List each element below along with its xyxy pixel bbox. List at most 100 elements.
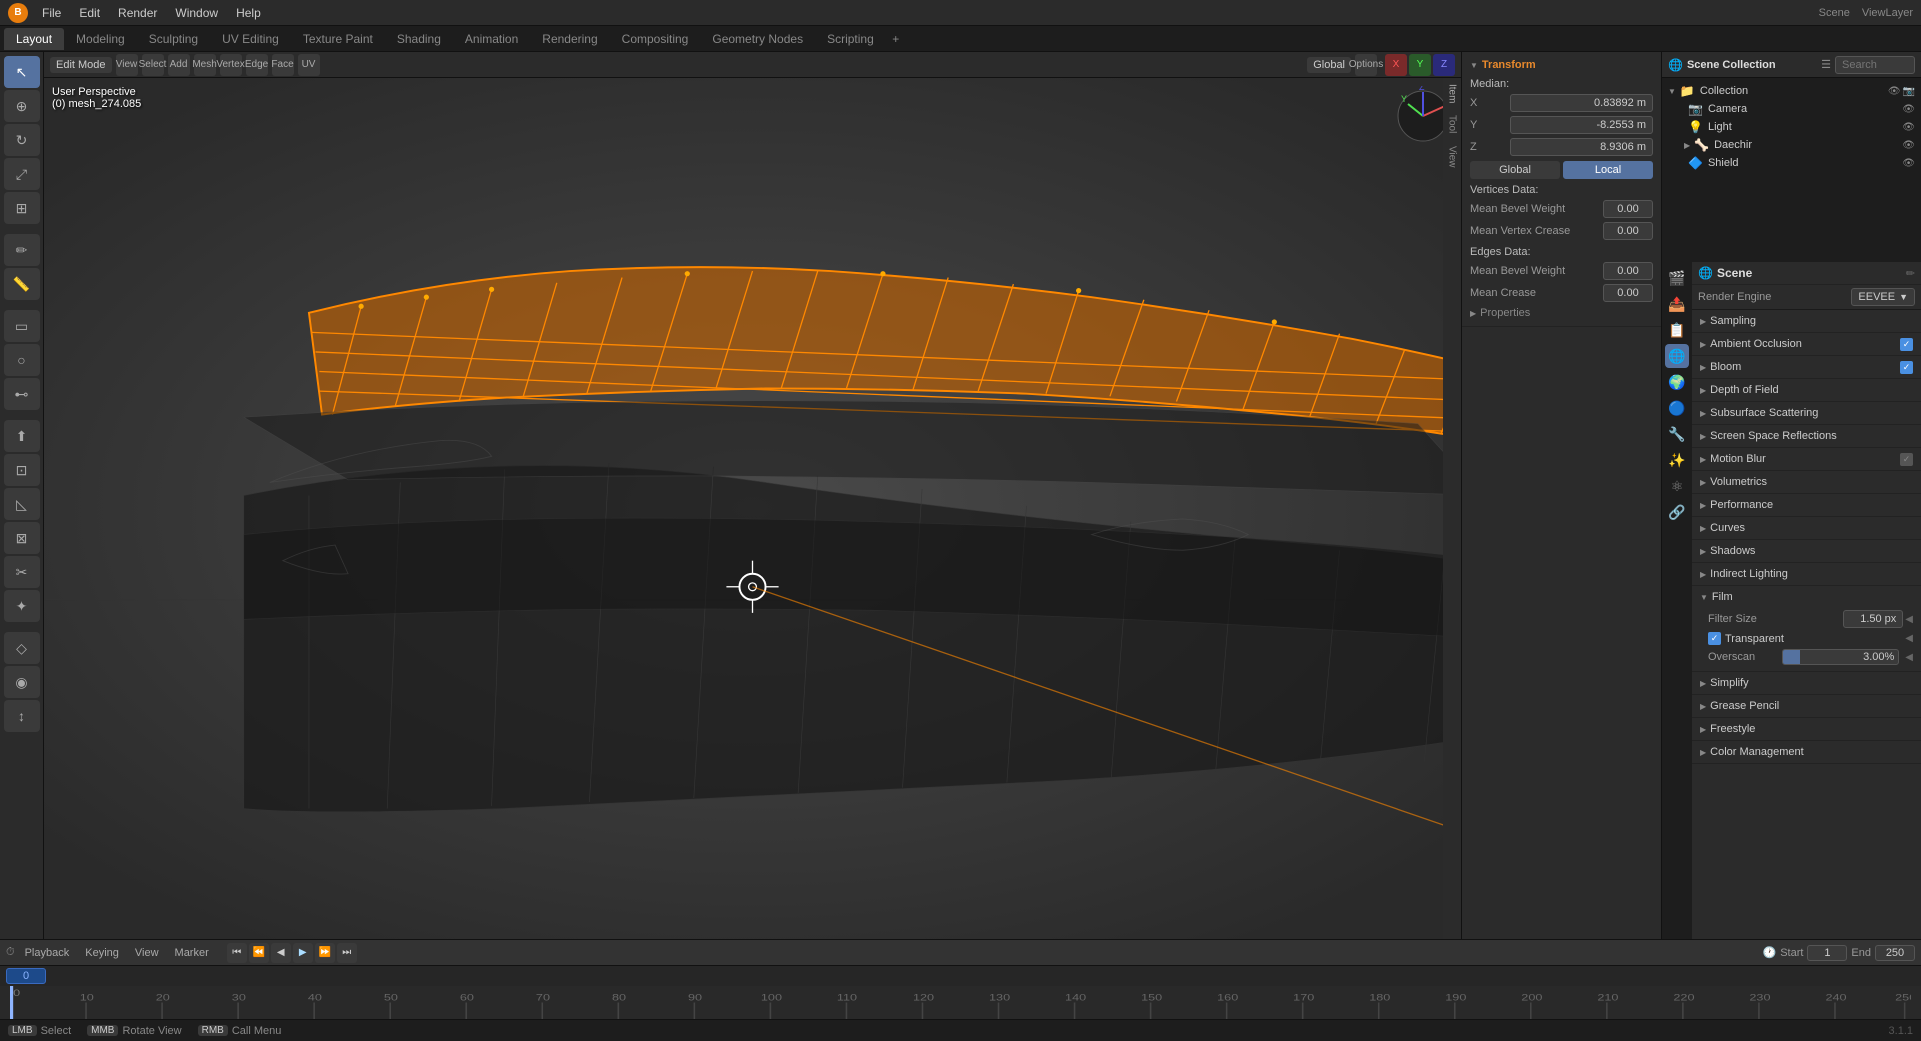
outliner-filter-icon[interactable]: ☰ — [1821, 58, 1831, 71]
sampling-toggle[interactable]: Sampling — [1700, 312, 1913, 330]
bevel-tool[interactable]: ◺ — [4, 488, 40, 520]
sss-toggle[interactable]: Subsurface Scattering — [1700, 404, 1913, 422]
transparent-checkbox[interactable]: ✓ — [1708, 632, 1721, 645]
side-tab-item[interactable]: Item — [1445, 78, 1460, 109]
timeline-track[interactable]: 0 10 20 30 40 50 60 70 80 90 1 — [0, 986, 1921, 1019]
options-btn[interactable]: Options — [1355, 54, 1377, 76]
bloom-toggle[interactable]: Bloom — [1700, 358, 1896, 376]
y-value[interactable]: -8.2553 m — [1510, 116, 1653, 134]
tab-sculpting[interactable]: Sculpting — [137, 28, 210, 50]
transform-tool[interactable]: ⊞ — [4, 192, 40, 224]
list-item[interactable]: 📷 Camera 👁 — [1678, 100, 1921, 118]
overscan-expand[interactable]: ◀ — [1905, 652, 1913, 663]
list-item[interactable]: ▶ 🦴 Daechir 👁 — [1678, 136, 1921, 154]
end-frame-input[interactable]: 250 — [1875, 945, 1915, 961]
edit-mode-selector[interactable]: Edit Mode — [50, 57, 112, 73]
add-workspace-button[interactable]: + — [886, 29, 906, 49]
render-props-btn[interactable]: 🎬 — [1665, 266, 1689, 290]
global-btn[interactable]: Global — [1470, 161, 1560, 179]
play-btn[interactable]: ▶ — [293, 943, 313, 963]
tab-geometry-nodes[interactable]: Geometry Nodes — [700, 28, 815, 50]
list-item[interactable]: 🔷 Shield 👁 — [1678, 154, 1921, 172]
select-lasso-tool[interactable]: ⊷ — [4, 378, 40, 410]
tab-modeling[interactable]: Modeling — [64, 28, 137, 50]
gp-toggle[interactable]: Grease Pencil — [1700, 697, 1913, 715]
scene-rename-btn[interactable]: ✏ — [1906, 267, 1915, 280]
x-axis-btn[interactable]: X — [1385, 54, 1407, 76]
select-box-tool[interactable]: ▭ — [4, 310, 40, 342]
ao-checkbox[interactable]: ✓ — [1900, 338, 1913, 351]
scale-tool[interactable]: ⤢ — [4, 158, 40, 190]
select-menu[interactable]: Select — [142, 54, 164, 76]
filter-size-value[interactable]: 1.50 px — [1843, 610, 1903, 628]
shadows-toggle[interactable]: Shadows — [1700, 542, 1913, 560]
tab-compositing[interactable]: Compositing — [610, 28, 701, 50]
mb-toggle[interactable]: Motion Blur — [1700, 450, 1896, 468]
knife-tool[interactable]: ✂ — [4, 556, 40, 588]
local-btn[interactable]: Local — [1563, 161, 1653, 179]
freestyle-toggle[interactable]: Freestyle — [1700, 720, 1913, 738]
play-reverse-btn[interactable]: ◀ — [271, 943, 291, 963]
vol-toggle[interactable]: Volumetrics — [1700, 473, 1913, 491]
mb-checkbox[interactable]: ✓ — [1900, 453, 1913, 466]
modifier-props-btn[interactable]: 🔧 — [1665, 422, 1689, 446]
il-toggle[interactable]: Indirect Lighting — [1700, 565, 1913, 583]
shield-vis-icon[interactable]: 👁 — [1902, 158, 1915, 169]
output-props-btn[interactable]: 📤 — [1665, 292, 1689, 316]
particles-props-btn[interactable]: ✨ — [1665, 448, 1689, 472]
rotate-tool[interactable]: ↻ — [4, 124, 40, 156]
view-menu[interactable]: View — [129, 945, 165, 961]
select-circle-tool[interactable]: ○ — [4, 344, 40, 376]
render-vis-icon[interactable]: 📷 — [1903, 86, 1915, 97]
viewport-3d[interactable]: User Perspective (0) mesh_274.085 X Y Z … — [44, 78, 1461, 939]
y-axis-btn[interactable]: Y — [1409, 54, 1431, 76]
face-menu[interactable]: Face — [272, 54, 294, 76]
list-item[interactable]: ▼ 📁 Collection 👁 📷 — [1662, 82, 1921, 100]
edge-mean-bevel-val[interactable]: 0.00 — [1603, 262, 1653, 280]
list-item[interactable]: 💡 Light 👁 — [1678, 118, 1921, 136]
bloom-checkbox[interactable]: ✓ — [1900, 361, 1913, 374]
daechir-vis-icon[interactable]: 👁 — [1902, 140, 1915, 151]
tab-uv-editing[interactable]: UV Editing — [210, 28, 291, 50]
polypen-tool[interactable]: ✦ — [4, 590, 40, 622]
tab-shading[interactable]: Shading — [385, 28, 453, 50]
mean-vertex-crease-val[interactable]: 0.00 — [1603, 222, 1653, 240]
global-selector[interactable]: Global — [1307, 57, 1351, 73]
menu-help[interactable]: Help — [228, 4, 269, 22]
edge-menu[interactable]: Edge — [246, 54, 268, 76]
marker-menu[interactable]: Marker — [169, 945, 215, 961]
constraints-props-btn[interactable]: 🔗 — [1665, 500, 1689, 524]
perf-toggle[interactable]: Performance — [1700, 496, 1913, 514]
cursor-tool[interactable]: ↖ — [4, 56, 40, 88]
menu-file[interactable]: File — [34, 4, 69, 22]
menu-window[interactable]: Window — [167, 4, 226, 22]
view-layer-props-btn[interactable]: 📋 — [1665, 318, 1689, 342]
view-menu[interactable]: View — [116, 54, 138, 76]
side-tab-view[interactable]: View — [1445, 140, 1460, 174]
menu-edit[interactable]: Edit — [71, 4, 108, 22]
to-sphere-tool[interactable]: ◉ — [4, 666, 40, 698]
playhead[interactable] — [10, 986, 12, 1019]
prev-keyframe-btn[interactable]: ⏪ — [249, 943, 269, 963]
tab-layout[interactable]: Layout — [4, 28, 64, 50]
side-tab-tool[interactable]: Tool — [1445, 109, 1460, 139]
jump-start-btn[interactable]: ⏮ — [227, 943, 247, 963]
start-frame-input[interactable]: 1 — [1807, 945, 1847, 961]
outliner-search-input[interactable] — [1835, 56, 1915, 74]
object-props-btn[interactable]: 🔵 — [1665, 396, 1689, 420]
overscan-slider[interactable]: 3.00% — [1782, 649, 1899, 665]
ssr-toggle[interactable]: Screen Space Reflections — [1700, 427, 1913, 445]
scene-props-btn[interactable]: 🌐 — [1665, 344, 1689, 368]
mean-bevel-weight-val[interactable]: 0.00 — [1603, 200, 1653, 218]
simplify-toggle[interactable]: Simplify — [1700, 674, 1913, 692]
extrude-tool[interactable]: ⬆ — [4, 420, 40, 452]
add-menu[interactable]: Add — [168, 54, 190, 76]
playback-menu[interactable]: Playback — [19, 945, 76, 961]
inset-tool[interactable]: ⊡ — [4, 454, 40, 486]
z-axis-btn[interactable]: Z — [1433, 54, 1455, 76]
menu-render[interactable]: Render — [110, 4, 165, 22]
render-engine-selector[interactable]: EEVEE ▼ — [1851, 288, 1915, 306]
vertex-menu[interactable]: Vertex — [220, 54, 242, 76]
light-vis-icon[interactable]: 👁 — [1902, 122, 1915, 133]
ao-toggle[interactable]: Ambient Occlusion — [1700, 335, 1896, 353]
